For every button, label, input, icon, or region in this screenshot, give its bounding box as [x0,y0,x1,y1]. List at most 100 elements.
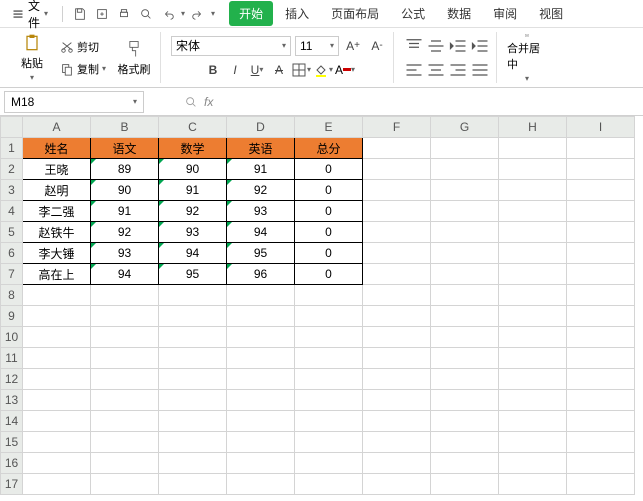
cell-C3[interactable]: 91 [159,180,227,201]
cell-F11[interactable] [363,348,431,369]
cell-H14[interactable] [499,411,567,432]
cell-H7[interactable] [499,264,567,285]
cell-E10[interactable] [295,327,363,348]
cell-C12[interactable] [159,369,227,390]
cell-I17[interactable] [567,474,635,495]
cell-I14[interactable] [567,411,635,432]
cell-H16[interactable] [499,453,567,474]
decrease-indent-button[interactable] [448,36,468,56]
cell-A15[interactable] [23,432,91,453]
format-painter-button[interactable]: 格式刷 [114,33,154,83]
fill-color-button[interactable]: ▾ [313,60,333,80]
cell-A6[interactable]: 李大锤 [23,243,91,264]
increase-indent-button[interactable] [470,36,490,56]
cell-B1[interactable]: 语文 [91,138,159,159]
cell-A4[interactable]: 李二强 [23,201,91,222]
cell-G3[interactable] [431,180,499,201]
column-header-D[interactable]: D [227,117,295,138]
cell-H13[interactable] [499,390,567,411]
cell-C5[interactable]: 93 [159,222,227,243]
cell-A14[interactable] [23,411,91,432]
tab-pagelayout[interactable]: 页面布局 [321,1,389,26]
cell-C4[interactable]: 92 [159,201,227,222]
cell-H11[interactable] [499,348,567,369]
cell-C8[interactable] [159,285,227,306]
cell-B3[interactable]: 90 [91,180,159,201]
underline-button[interactable]: U▾ [247,60,267,80]
cell-F9[interactable] [363,306,431,327]
select-all-corner[interactable] [1,117,23,138]
file-menu[interactable]: 文件 ▾ [6,0,54,33]
cell-E13[interactable] [295,390,363,411]
cell-I2[interactable] [567,159,635,180]
align-center-button[interactable] [426,60,446,80]
cell-F14[interactable] [363,411,431,432]
cell-I12[interactable] [567,369,635,390]
cell-G9[interactable] [431,306,499,327]
cell-A5[interactable]: 赵铁牛 [23,222,91,243]
redo-icon[interactable] [189,5,207,23]
cell-G15[interactable] [431,432,499,453]
cell-H8[interactable] [499,285,567,306]
tab-view[interactable]: 视图 [529,1,573,26]
cell-E8[interactable] [295,285,363,306]
cell-D15[interactable] [227,432,295,453]
cell-B15[interactable] [91,432,159,453]
align-right-button[interactable] [448,60,468,80]
cell-G10[interactable] [431,327,499,348]
cell-H4[interactable] [499,201,567,222]
cell-B5[interactable]: 92 [91,222,159,243]
column-header-E[interactable]: E [295,117,363,138]
row-header-9[interactable]: 9 [1,306,23,327]
cell-C7[interactable]: 95 [159,264,227,285]
cell-E11[interactable] [295,348,363,369]
spreadsheet-grid[interactable]: ABCDEFGHI1姓名语文数学英语总分2王晓89909103赵明9091920… [0,116,635,495]
cell-H15[interactable] [499,432,567,453]
cell-C10[interactable] [159,327,227,348]
cell-D9[interactable] [227,306,295,327]
cell-E5[interactable]: 0 [295,222,363,243]
cell-D2[interactable]: 91 [227,159,295,180]
tab-home[interactable]: 开始 [229,1,273,26]
name-box[interactable]: M18 ▾ [4,91,144,113]
cell-F15[interactable] [363,432,431,453]
cell-C15[interactable] [159,432,227,453]
cell-I1[interactable] [567,138,635,159]
cell-H9[interactable] [499,306,567,327]
cell-A11[interactable] [23,348,91,369]
cell-H10[interactable] [499,327,567,348]
cell-G17[interactable] [431,474,499,495]
cell-F2[interactable] [363,159,431,180]
cell-C17[interactable] [159,474,227,495]
cell-B4[interactable]: 91 [91,201,159,222]
cell-B11[interactable] [91,348,159,369]
cell-F13[interactable] [363,390,431,411]
cell-F8[interactable] [363,285,431,306]
row-header-13[interactable]: 13 [1,390,23,411]
cell-G12[interactable] [431,369,499,390]
cell-E9[interactable] [295,306,363,327]
cell-F5[interactable] [363,222,431,243]
cell-A2[interactable]: 王晓 [23,159,91,180]
cell-G16[interactable] [431,453,499,474]
cell-E6[interactable]: 0 [295,243,363,264]
row-header-11[interactable]: 11 [1,348,23,369]
cell-E17[interactable] [295,474,363,495]
cell-F12[interactable] [363,369,431,390]
decrease-font-icon[interactable]: A- [367,36,387,56]
cell-E12[interactable] [295,369,363,390]
align-top-button[interactable] [404,36,424,56]
increase-font-icon[interactable]: A+ [343,36,363,56]
row-header-5[interactable]: 5 [1,222,23,243]
cell-A12[interactable] [23,369,91,390]
cell-G4[interactable] [431,201,499,222]
row-header-6[interactable]: 6 [1,243,23,264]
cell-H3[interactable] [499,180,567,201]
cell-B16[interactable] [91,453,159,474]
font-size-select[interactable]: 11▾ [295,36,339,56]
preview-icon[interactable] [137,5,155,23]
cell-I16[interactable] [567,453,635,474]
cell-B6[interactable]: 93 [91,243,159,264]
cell-G8[interactable] [431,285,499,306]
redo-dropdown[interactable]: ▾ [211,9,215,18]
